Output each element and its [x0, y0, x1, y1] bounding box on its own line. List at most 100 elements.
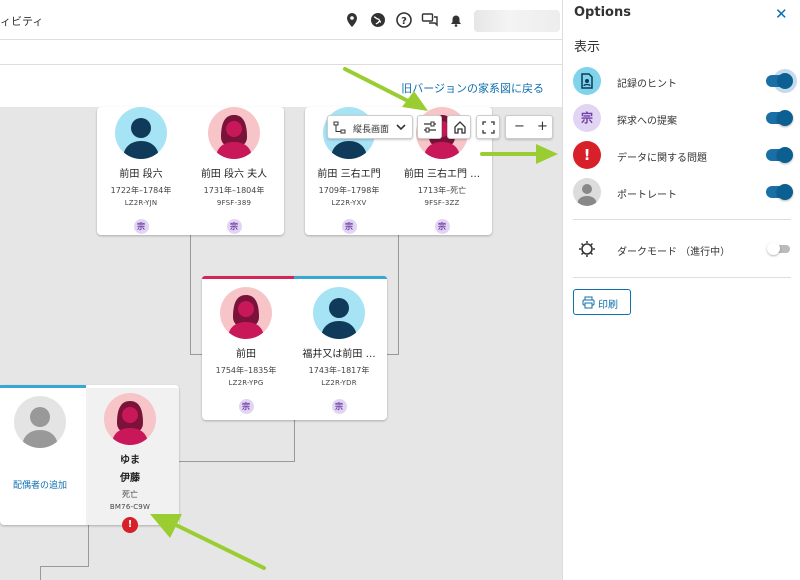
person-dates: 1731年–1804年 [203, 186, 265, 195]
old-version-link[interactable]: 旧バージョンの家系図に戻る [401, 80, 544, 96]
person-id: 9FSF-389 [216, 199, 252, 207]
display-section-label: 表示 [574, 40, 601, 55]
tree-line [179, 461, 295, 462]
person-id: LZ2R-YDR [321, 379, 357, 387]
person-status: 死亡 [122, 490, 138, 499]
research-hint-icon[interactable]: 宗 [238, 399, 254, 414]
person-dates: 1754年–1835年 [215, 366, 277, 375]
zoom-controls: − + [505, 115, 553, 139]
person-name: 前田 段六 夫人 [200, 169, 268, 180]
data-problems-toggle[interactable] [766, 147, 793, 163]
dark-mode-icon [573, 235, 601, 263]
research-suggestion-icon: 宗 [573, 104, 601, 132]
fullscreen-button[interactable] [476, 115, 500, 139]
tree-settings-button[interactable] [417, 115, 442, 139]
person-name: 前田 三右エ門 [317, 169, 381, 180]
research-hint-icon[interactable]: 宗 [226, 219, 242, 234]
family-tree-canvas[interactable]: 旧バージョンの家系図に戻る 前田 段六 1722年–1784年 LZ2R-YJN… [0, 65, 562, 580]
unknown-portrait-icon [14, 396, 66, 448]
person-name: 前田 段六 [119, 169, 163, 180]
map-pin-icon[interactable] [343, 11, 361, 29]
tree-line [294, 420, 295, 462]
research-hint-icon[interactable]: 宗 [434, 219, 450, 234]
person-card[interactable]: 前田 1754年–1835年 LZ2R-YPG 宗 [194, 287, 298, 414]
research-hint-icon[interactable]: 宗 [133, 219, 149, 234]
close-icon[interactable]: ✕ [775, 5, 788, 23]
person-name: 前田 三右エ門 … [403, 169, 481, 180]
person-name: 前田 [236, 349, 256, 360]
printer-icon [582, 296, 595, 309]
person-id: LZ2R-YXV [331, 199, 367, 207]
chat-icon[interactable] [421, 11, 439, 29]
record-hints-toggle[interactable] [766, 73, 793, 89]
chevron-down-icon [396, 124, 406, 131]
option-data-problems: ! データに関する問題 [563, 138, 800, 172]
person-dates: 1709年–1798年 [318, 186, 380, 195]
divider [573, 277, 791, 278]
person-dates: 1743年–1817年 [308, 366, 370, 375]
person-card[interactable]: 前田 段六 1722年–1784年 LZ2R-YJN 宗 [89, 107, 193, 234]
option-label: ダークモード （進行中） [617, 247, 731, 258]
top-header: ィビティ ? [0, 0, 562, 40]
globe-icon[interactable] [369, 11, 387, 29]
option-label: データに関する問題 [617, 153, 707, 164]
panel-title: Options [574, 5, 631, 20]
option-label: 記録のヒント [617, 79, 677, 90]
portrait-icon [573, 178, 601, 206]
sliders-icon [424, 121, 436, 133]
person-dates: 1722年–1784年 [110, 186, 172, 195]
print-button[interactable]: 印刷 [573, 289, 631, 315]
data-problem-icon: ! [573, 141, 601, 169]
help-icon[interactable]: ? [395, 11, 413, 29]
fullscreen-icon [482, 121, 495, 134]
male-portrait-icon [313, 287, 365, 339]
option-record-hints: 記録のヒント [563, 64, 800, 98]
person-given-name: ゆま [120, 455, 140, 466]
research-suggestions-toggle[interactable] [766, 110, 793, 126]
dark-mode-toggle[interactable] [767, 242, 790, 255]
option-label: 探求への提案 [617, 116, 677, 127]
person-id: BM76-C9W [109, 503, 151, 511]
home-icon [454, 121, 466, 134]
home-button[interactable] [447, 115, 471, 139]
view-mode-label: 縦長画面 [353, 125, 390, 135]
option-dark-mode: ダークモード （進行中） [563, 232, 800, 266]
tree-layout-icon [333, 121, 346, 134]
tree-line [190, 235, 191, 355]
option-research-suggestions: 宗 探求への提案 [563, 101, 800, 135]
person-card[interactable]: 福井又は前田 … 1743年–1817年 LZ2R-YDR 宗 [287, 287, 391, 414]
print-label: 印刷 [598, 300, 618, 311]
zoom-out-button[interactable]: − [514, 119, 525, 134]
person-id: 9FSF-3ZZ [424, 199, 460, 207]
tree-line [40, 566, 41, 580]
divider [573, 219, 791, 220]
person-id: LZ2R-YJN [124, 199, 158, 207]
person-card[interactable]: ゆま 伊藤 死亡 BM76-C9W ! [78, 393, 182, 533]
couple-card: 前田 段六 1722年–1784年 LZ2R-YJN 宗 前田 段六 夫人 17… [97, 107, 284, 235]
portraits-toggle[interactable] [766, 184, 793, 200]
option-label: ポートレート [617, 190, 677, 201]
research-hint-icon[interactable]: 宗 [331, 399, 347, 414]
person-card[interactable]: 前田 段六 夫人 1731年–1804年 9FSF-389 宗 [182, 107, 286, 234]
research-hint-icon[interactable]: 宗 [341, 219, 357, 234]
option-portraits: ポートレート [563, 175, 800, 209]
person-surname: 伊藤 [120, 473, 140, 484]
record-hint-icon [573, 67, 601, 95]
tree-line [40, 566, 89, 567]
options-panel: Options ✕ 表示 記録のヒント 宗 探求への提案 ! データに関する問題… [562, 0, 800, 580]
bell-icon[interactable] [447, 11, 465, 29]
zoom-in-button[interactable]: + [537, 119, 548, 134]
old-version-bar: 旧バージョンの家系図に戻る [0, 65, 562, 107]
data-problem-icon[interactable]: ! [122, 517, 138, 533]
sub-navigation-bar [0, 40, 562, 65]
person-name: 福井又は前田 … [302, 349, 376, 360]
user-account-area[interactable] [474, 10, 560, 32]
female-portrait-icon [208, 107, 260, 159]
person-dates: 1713年–死亡 [417, 186, 467, 195]
tree-line [398, 235, 399, 355]
female-portrait-icon [220, 287, 272, 339]
male-portrait-icon [115, 107, 167, 159]
couple-card: 前田 1754年–1835年 LZ2R-YPG 宗 福井又は前田 … 1743年… [202, 276, 387, 420]
view-mode-dropdown[interactable]: 縦長画面 [327, 115, 413, 139]
person-id: LZ2R-YPG [228, 379, 264, 387]
